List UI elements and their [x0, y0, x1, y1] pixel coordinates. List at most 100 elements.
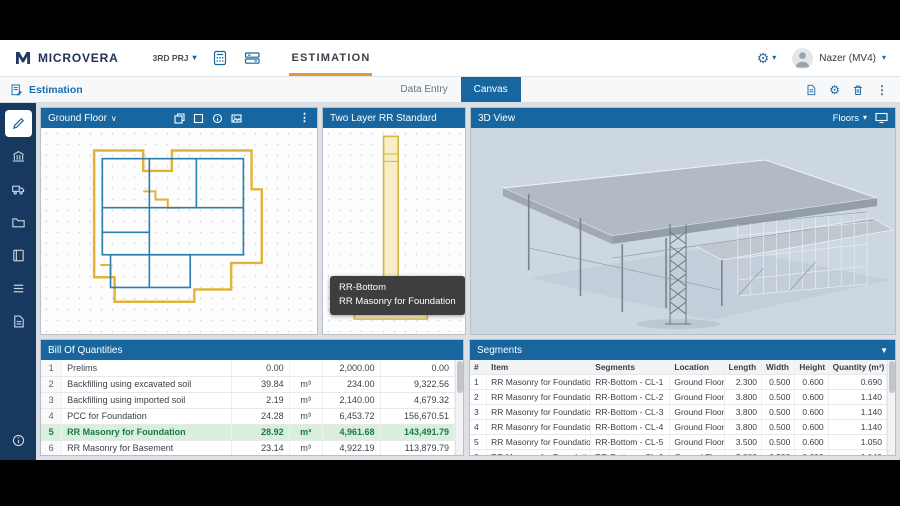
kebab-icon[interactable]: ⋮	[299, 113, 310, 124]
report-icon	[11, 314, 26, 329]
collapse-icon[interactable]: ▼	[880, 346, 888, 355]
delete-button[interactable]	[852, 83, 864, 97]
view3d-header: 3D View Floors ▾	[471, 108, 895, 128]
boq-scrollbar	[455, 360, 463, 455]
sidebar-item-report[interactable]	[5, 308, 32, 335]
tab-canvas[interactable]: Canvas	[461, 77, 521, 102]
boq-scrollbar-thumb[interactable]	[457, 361, 463, 393]
col-index: #	[470, 360, 487, 374]
segment-name: RR-Bottom - CL-5	[591, 434, 670, 449]
floor-plan-canvas[interactable]	[41, 128, 317, 335]
segment-row[interactable]: 1 RR Masonry for Foundation RR-Bottom - …	[470, 374, 887, 389]
view3d-canvas[interactable]	[471, 128, 895, 334]
sidebar-item-info[interactable]	[5, 427, 32, 454]
building-wireframe	[471, 128, 895, 334]
boq-rate: 6,453.72	[322, 408, 380, 424]
segment-row[interactable]: 4 RR Masonry for Foundation RR-Bottom - …	[470, 419, 887, 434]
segment-length: 3.800	[724, 419, 761, 434]
boq-row[interactable]: 6 RR Masonry for Basement 23.14 m³ 4,922…	[41, 440, 455, 455]
segment-location: Ground Floor	[670, 419, 724, 434]
boq-row[interactable]: 1 Prelims 0.00 2,000.00 0.00	[41, 360, 455, 376]
view3d-panel: 3D View Floors ▾	[470, 107, 896, 335]
more-options-button[interactable]: ⋮	[876, 84, 888, 96]
breadcrumb[interactable]: Estimation	[0, 77, 387, 102]
boq-item-name: Prelims	[62, 360, 232, 376]
tool-sidebar	[0, 103, 36, 460]
boq-amount: 143,491.79	[380, 424, 454, 440]
trash-icon	[852, 83, 864, 97]
module-title-text: ESTIMATION	[291, 52, 370, 64]
canvas-settings-button[interactable]: ⚙	[829, 84, 840, 96]
project-selector[interactable]: 3RD PRJ ▾	[153, 53, 197, 63]
caret-down-icon: ▾	[882, 54, 886, 62]
boq-row[interactable]: 5 RR Masonry for Foundation 28.92 m³ 4,9…	[41, 424, 455, 440]
boq-rate: 234.00	[322, 376, 380, 392]
segment-length: 3.800	[724, 389, 761, 404]
boq-quantity: 23.14	[231, 440, 289, 455]
segment-quantity: 1.140	[828, 449, 886, 455]
gear-icon: ⚙	[757, 51, 770, 65]
floors-label: Floors	[833, 113, 859, 124]
plan-tools	[174, 113, 242, 124]
duplicate-icon[interactable]	[174, 113, 185, 124]
segment-name: RR-Bottom - CL-6	[591, 449, 670, 455]
segment-row[interactable]: 3 RR Masonry for Foundation RR-Bottom - …	[470, 404, 887, 419]
app-header: MICROVERA 3RD PRJ ▾	[0, 40, 900, 77]
estimation-icon	[10, 83, 23, 97]
boq-quantity: 2.19	[231, 392, 289, 408]
boq-amount: 4,679.32	[380, 392, 454, 408]
segment-row-number: 3	[470, 404, 487, 419]
segment-row[interactable]: 6 RR Masonry for Foundation RR-Bottom - …	[470, 449, 887, 455]
letterbox-bottom	[0, 460, 900, 506]
sidebar-item-files[interactable]	[5, 209, 32, 236]
avatar	[792, 48, 813, 69]
boq-unit: m³	[289, 376, 322, 392]
boq-header: Bill Of Quantities	[41, 340, 463, 360]
segment-length: 3.800	[724, 449, 761, 455]
segment-name: RR-Bottom - CL-2	[591, 389, 670, 404]
header-right: ⚙ ▾ Nazer (MV4) ▾	[757, 48, 886, 69]
gear-icon: ⚙	[829, 84, 840, 96]
segment-row[interactable]: 2 RR Masonry for Foundation RR-Bottom - …	[470, 389, 887, 404]
segment-length: 3.800	[724, 404, 761, 419]
billing-button[interactable]	[244, 50, 261, 66]
floors-dropdown[interactable]: Floors ▾	[833, 113, 867, 124]
segment-quantity: 1.140	[828, 389, 886, 404]
view3d-title: 3D View	[478, 113, 515, 124]
image-icon[interactable]	[231, 113, 242, 124]
expand-icon[interactable]	[875, 112, 888, 124]
segment-tooltip: RR-Bottom RR Masonry for Foundation	[330, 276, 465, 315]
floor-selector[interactable]: Ground Floor ∨	[48, 113, 117, 124]
boq-row[interactable]: 3 Backfilling using imported soil 2.19 m…	[41, 392, 455, 408]
calculator-button[interactable]	[212, 50, 228, 66]
select-region-icon[interactable]	[193, 113, 204, 124]
wall-section-canvas[interactable]: RR-Bottom RR Masonry for Foundation	[323, 128, 465, 335]
segment-width: 0.500	[762, 449, 795, 455]
boq-row[interactable]: 2 Backfilling using excavated soil 39.84…	[41, 376, 455, 392]
truck-icon	[11, 182, 26, 197]
segments-scrollbar-thumb[interactable]	[889, 361, 895, 393]
sidebar-item-edit[interactable]	[5, 110, 32, 137]
col-quantity: Quantity (m³)	[828, 360, 886, 374]
tab-data-entry[interactable]: Data Entry	[387, 77, 460, 102]
segment-height: 0.600	[795, 434, 828, 449]
sidebar-item-list[interactable]	[5, 275, 32, 302]
segment-item: RR Masonry for Foundation	[487, 449, 591, 455]
segments-title: Segments	[477, 345, 522, 356]
user-menu[interactable]: Nazer (MV4) ▾	[792, 48, 886, 69]
info-icon[interactable]	[212, 113, 223, 124]
boq-rate: 4,922.19	[322, 440, 380, 455]
settings-menu[interactable]: ⚙ ▾	[757, 51, 777, 65]
segment-row[interactable]: 5 RR Masonry for Foundation RR-Bottom - …	[470, 434, 887, 449]
sidebar-item-library[interactable]	[5, 242, 32, 269]
boq-row[interactable]: 4 PCC for Foundation 24.28 m³ 6,453.72 1…	[41, 408, 455, 424]
boq-row-number: 3	[41, 392, 62, 408]
segment-row-number: 2	[470, 389, 487, 404]
segments-table: # Item Segments Location Length Width He…	[470, 360, 887, 455]
col-width: Width	[762, 360, 795, 374]
boq-amount: 113,879.79	[380, 440, 454, 455]
report-button[interactable]	[805, 83, 817, 97]
segment-quantity: 1.140	[828, 419, 886, 434]
sidebar-item-transport[interactable]	[5, 176, 32, 203]
sidebar-item-bank[interactable]	[5, 143, 32, 170]
